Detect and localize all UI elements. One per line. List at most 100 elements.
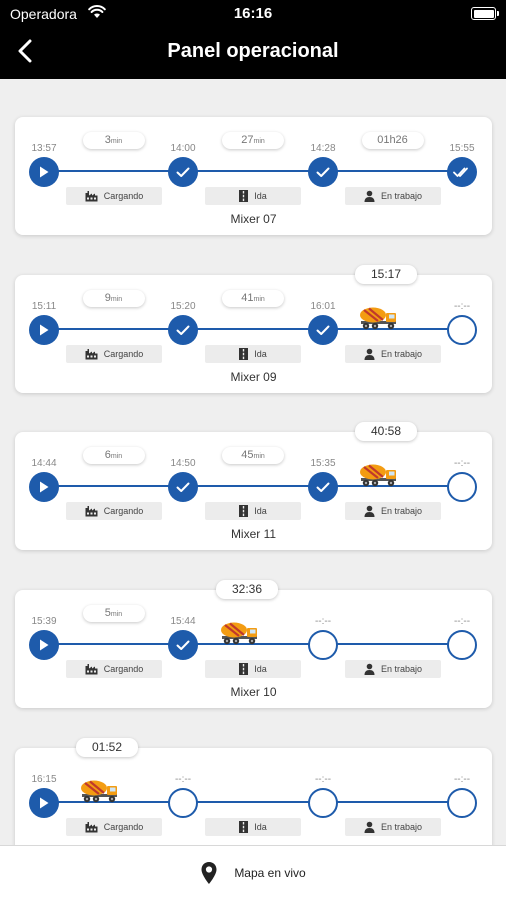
page-title: Panel operacional [167, 40, 339, 62]
stage-badge: Ida [205, 187, 301, 205]
node-time: 15:11 [31, 301, 57, 312]
node-time: 14:28 [310, 143, 336, 154]
progress-track [44, 485, 462, 487]
live-map-label: Mapa en vivo [234, 866, 306, 880]
mixer-truck [358, 462, 398, 488]
check-icon [316, 325, 330, 335]
stage-badge: Cargando [66, 660, 162, 678]
eta-pill: 15:17 [355, 265, 417, 284]
stage-node[interactable] [168, 157, 198, 187]
stage-badge: Ida [205, 660, 301, 678]
status-time: 16:16 [233, 5, 273, 22]
node-time: --:-- [453, 301, 471, 312]
live-map-button[interactable]: Mapa en vivo [0, 845, 506, 900]
mixer-card[interactable]: 15:39 15:44 --:-- --:-- 5min Cargando Ida En tr… [15, 580, 492, 708]
node-time: 14:50 [170, 458, 196, 469]
stage-node[interactable] [447, 630, 477, 660]
node-time: 16:15 [31, 774, 57, 785]
duration-pill: 27min [222, 132, 284, 149]
mixer-card[interactable]: 14:44 14:50 15:35 --:-- 6min 45min Cargando Ida… [15, 422, 492, 550]
check-icon [176, 482, 190, 492]
eta-pill: 32:36 [216, 580, 278, 599]
stage-node[interactable] [447, 788, 477, 818]
stage-node[interactable] [29, 315, 59, 345]
mixer-card[interactable]: 16:15 --:-- --:-- --:-- Cargando Ida En trabaj… [15, 738, 492, 845]
status-bar: Operadora 16:16 [0, 0, 506, 28]
stage-badge: Ida [205, 345, 301, 363]
mixer-truck [219, 620, 259, 646]
stage-badge: En trabajo [345, 187, 441, 205]
node-time: 15:35 [310, 458, 336, 469]
mixer-truck-icon [221, 622, 257, 645]
node-time: 15:55 [449, 143, 475, 154]
stage-badge: Cargando [66, 345, 162, 363]
stage-label: Cargando [103, 506, 144, 516]
road-icon [239, 348, 249, 360]
play-icon [40, 797, 49, 809]
check-icon [316, 167, 330, 177]
stage-node[interactable] [447, 472, 477, 502]
top-header: Operadora 16:16 Panel operacional [0, 0, 506, 79]
stage-node[interactable] [168, 788, 198, 818]
worker-icon [364, 663, 375, 675]
stage-badge: Cargando [66, 818, 162, 836]
mixer-truck-icon [360, 307, 396, 330]
stage-node[interactable] [29, 472, 59, 502]
stage-badge: En trabajo [345, 345, 441, 363]
stage-label: Ida [254, 822, 267, 832]
mixer-list[interactable]: 13:57 14:00 14:28 15:55 3min 27min 01h26 Cargan… [0, 79, 506, 845]
node-time: 14:00 [170, 143, 196, 154]
stage-node[interactable] [29, 630, 59, 660]
worker-icon [364, 821, 375, 833]
stage-label: Cargando [103, 349, 144, 359]
stage-badge: Ida [205, 502, 301, 520]
duration-pill: 01h26 [361, 132, 424, 149]
stage-label: En trabajo [380, 822, 423, 832]
stage-label: Ida [254, 506, 267, 516]
stage-node[interactable] [168, 630, 198, 660]
stage-badge: Cargando [66, 502, 162, 520]
duration-pill: 6min [82, 447, 145, 464]
duration-pill: 3min [82, 132, 145, 149]
stage-node[interactable] [447, 157, 477, 187]
duration-pill: 9min [82, 290, 145, 307]
stage-node[interactable] [308, 630, 338, 660]
check-icon [316, 482, 330, 492]
stage-label: En trabajo [380, 349, 423, 359]
play-icon [40, 639, 49, 651]
play-icon [40, 481, 49, 493]
stage-node[interactable] [447, 315, 477, 345]
eta-pill: 01:52 [76, 738, 138, 757]
stage-label: Cargando [103, 191, 144, 201]
node-time: 15:44 [170, 616, 196, 627]
node-time: 13:57 [31, 143, 57, 154]
check-icon [176, 167, 190, 177]
stage-node[interactable] [308, 788, 338, 818]
node-time: 16:01 [310, 301, 336, 312]
node-time: 15:39 [31, 616, 57, 627]
stage-node[interactable] [29, 157, 59, 187]
mixer-card[interactable]: 15:11 15:20 16:01 --:-- 9min 41min Cargando Ida… [15, 265, 492, 393]
mixer-card[interactable]: 13:57 14:00 14:28 15:55 3min 27min 01h26 Cargan… [15, 117, 492, 235]
stage-node[interactable] [308, 315, 338, 345]
factory-icon [85, 822, 98, 833]
stage-badge: Ida [205, 818, 301, 836]
duration-pill: 41min [222, 290, 284, 307]
stage-badge: En trabajo [345, 502, 441, 520]
stage-label: Ida [254, 664, 267, 674]
factory-icon [85, 664, 98, 675]
eta-pill: 40:58 [355, 422, 417, 441]
progress-track [44, 328, 462, 330]
node-time: 14:44 [31, 458, 57, 469]
stage-node[interactable] [168, 315, 198, 345]
stage-node[interactable] [29, 788, 59, 818]
stage-node[interactable] [168, 472, 198, 502]
road-icon [239, 821, 249, 833]
node-time: --:-- [453, 774, 471, 785]
stage-node[interactable] [308, 157, 338, 187]
worker-icon [364, 348, 375, 360]
worker-icon [364, 190, 375, 202]
duration-pill: 5min [82, 605, 145, 622]
stage-node[interactable] [308, 472, 338, 502]
mixer-name: Mixer 09 [230, 370, 277, 384]
